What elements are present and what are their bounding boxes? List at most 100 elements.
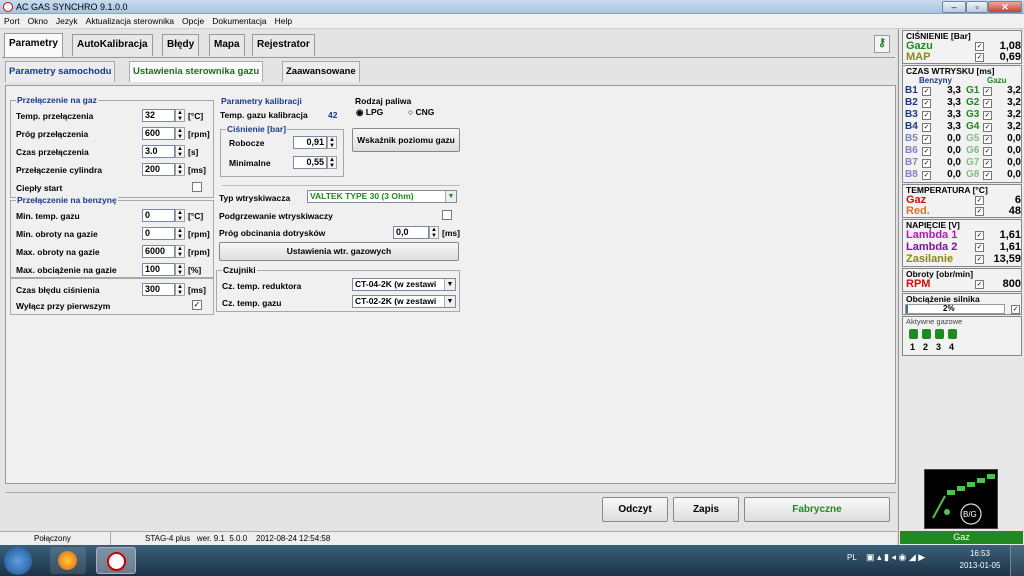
injector-type-dropdown[interactable]: VALTEK TYPE 30 (3 Ohm) ▼ (307, 190, 457, 203)
start-button[interactable] (4, 547, 32, 575)
maximize-button[interactable]: ▫ (966, 1, 988, 13)
read-button[interactable]: Odczyt (602, 497, 668, 522)
pressure-subgroup: Ciśnienie [bar] Robocze 0,91 ▲ ▼ Minimaln… (220, 124, 344, 177)
radio-cng[interactable]: ○ CNG (408, 107, 434, 117)
disable-first-label: Wyłącz przy pierwszym (16, 301, 111, 311)
injector-settings-button[interactable]: Ustawienia wtr. gazowych (219, 242, 459, 261)
petrol-injector-label: B7 (905, 157, 918, 168)
mode-badge: B/G (963, 510, 977, 519)
subtab-zaawansowane[interactable]: Zaawansowane (282, 61, 360, 82)
checkbox[interactable]: ✓ (975, 255, 984, 264)
checkbox[interactable]: ✓ (975, 207, 984, 216)
pressure-error-group: Czas błędu ciśnienia 300 ▲ ▼ [ms] Wyłącz … (10, 278, 214, 315)
injector-heat-checkbox[interactable] (442, 210, 452, 220)
injector-icon (948, 329, 957, 339)
menu-opcje[interactable]: Opcje (178, 14, 208, 28)
petrol-injector-value: 3,3 (947, 85, 961, 96)
checkbox[interactable]: ✓ (975, 196, 984, 205)
checkbox[interactable]: ✓ (922, 171, 931, 180)
spinner[interactable]: ▲ ▼ (175, 163, 185, 176)
rpm-switch-label: Próg przełączenia (16, 129, 89, 139)
spinner[interactable]: ▲ ▼ (327, 156, 337, 169)
gas-sensor-dropdown[interactable]: CT-02-2K (w zestawi ▼ (352, 295, 456, 308)
cut-threshold-input[interactable]: 0,0 (393, 226, 429, 239)
tab-rejestrator[interactable]: Rejestrator (252, 34, 315, 56)
tab-mapa[interactable]: Mapa (209, 34, 245, 56)
menu-port[interactable]: Port (0, 14, 24, 28)
menu-dokumentacja[interactable]: Dokumentacja (208, 14, 270, 28)
cut-threshold-label: Próg obcinania dotrysków (219, 228, 326, 238)
gas-sensor-label: Cz. temp. gazu (222, 298, 282, 308)
checkbox[interactable]: ✓ (922, 135, 931, 144)
max-rpm-input[interactable]: 6000 (142, 245, 175, 258)
tray-icons[interactable]: ▣ ▴ ▮ ◂ ◉ ◢ ▶ (866, 552, 925, 563)
show-desktop-button[interactable] (1010, 545, 1024, 576)
checkbox[interactable]: ✓ (975, 53, 984, 62)
spinner[interactable]: ▲ ▼ (327, 136, 337, 149)
spinner[interactable]: ▲ ▼ (175, 227, 185, 240)
spinner[interactable]: ▲ ▼ (175, 209, 185, 222)
tab-bledy[interactable]: Błędy (162, 34, 200, 56)
work-pressure-label: Robocze (229, 138, 265, 148)
checkbox[interactable]: ✓ (975, 42, 984, 51)
reducer-sensor-dropdown[interactable]: CT-04-2K (w zestawi ▼ (352, 278, 456, 291)
temp-switch-input[interactable]: 32 (142, 109, 175, 122)
checkbox[interactable]: ✓ (922, 159, 931, 168)
checkbox[interactable]: ✓ (975, 231, 984, 240)
petrol-injector-value: 0,0 (947, 157, 961, 168)
disable-first-checkbox[interactable]: ✓ (192, 300, 202, 310)
menu-help[interactable]: Help (271, 14, 296, 28)
gas-injector-label: G4 (966, 121, 980, 132)
subtab-parametry-samochodu[interactable]: Parametry samochodu (5, 61, 116, 82)
firefox-taskbar-button[interactable] (50, 547, 86, 574)
max-load-input[interactable]: 100 (142, 263, 175, 276)
checkbox[interactable]: ✓ (922, 147, 931, 156)
fuel-type-group: Rodzaj paliwa ◉ LPG ○ CNG (352, 96, 458, 122)
work-pressure-input[interactable]: 0,91 (293, 136, 327, 149)
clock-time: 16:53 (969, 549, 991, 558)
language-indicator[interactable]: PL (847, 553, 857, 562)
pressure-error-input[interactable]: 300 (142, 283, 175, 296)
rpm-switch-input[interactable]: 600 (142, 127, 175, 140)
injection-title: CZAS WTRYSKU [ms] (906, 66, 995, 76)
gas-mode-switch[interactable]: B/G (924, 469, 998, 529)
checkbox[interactable]: ✓ (922, 123, 931, 132)
tab-parametry[interactable]: Parametry (4, 33, 63, 57)
spinner[interactable]: ▲ ▼ (175, 145, 185, 158)
acgas-taskbar-button[interactable] (96, 547, 136, 574)
spinner[interactable]: ▲ ▼ (175, 245, 185, 258)
tab-autokalibracja[interactable]: AutoKalibracja (72, 34, 153, 56)
spinner[interactable]: ▲ ▼ (175, 109, 185, 122)
close-button[interactable]: ✕ (988, 1, 1022, 13)
spinner[interactable]: ▲ ▼ (429, 226, 439, 239)
key-icon[interactable]: ⚷ (874, 35, 890, 53)
spinner[interactable]: ▲ ▼ (175, 263, 185, 276)
menu-okno[interactable]: Okno (24, 14, 52, 28)
checkbox[interactable]: ✓ (922, 111, 931, 120)
petrol-injector-value: 0,0 (947, 133, 961, 144)
factory-button[interactable]: Fabryczne (744, 497, 890, 522)
min-temp-input[interactable]: 0 (142, 209, 175, 222)
spinner[interactable]: ▲ ▼ (175, 283, 185, 296)
gas-injector-value: 3,2 (1007, 109, 1021, 120)
gas-level-button[interactable]: Wskaźnik poziomu gazu (352, 128, 460, 152)
checkbox[interactable]: ✓ (922, 87, 931, 96)
minimize-button[interactable]: – (942, 1, 966, 13)
spinner[interactable]: ▲ ▼ (175, 127, 185, 140)
checkbox[interactable]: ✓ (922, 99, 931, 108)
min-rpm-input[interactable]: 0 (142, 227, 175, 240)
subtab-ustawienia-sterownika[interactable]: Ustawienia sterownika gazu (129, 61, 264, 82)
cylinder-switch-input[interactable]: 200 (142, 163, 175, 176)
radio-lpg[interactable]: ◉ LPG (356, 107, 383, 118)
min-pressure-input[interactable]: 0,55 (293, 156, 327, 169)
time-switch-input[interactable]: 3.0 (142, 145, 175, 158)
warm-start-checkbox[interactable] (192, 182, 202, 192)
checkbox[interactable]: ✓ (975, 243, 984, 252)
menu-aktualizacja[interactable]: Aktualizacja sterownika (82, 14, 178, 28)
checkbox[interactable]: ✓ (1011, 305, 1020, 314)
save-button[interactable]: Zapis (673, 497, 739, 522)
checkbox[interactable]: ✓ (975, 280, 984, 289)
menu-jezyk[interactable]: Jezyk (52, 14, 82, 28)
voltage-panel: NAPIĘCIE [V] Lambda 1 ✓ 1,61 Lambda 2 ✓ … (902, 219, 1022, 267)
petrol-injector-value: 3,3 (947, 121, 961, 132)
